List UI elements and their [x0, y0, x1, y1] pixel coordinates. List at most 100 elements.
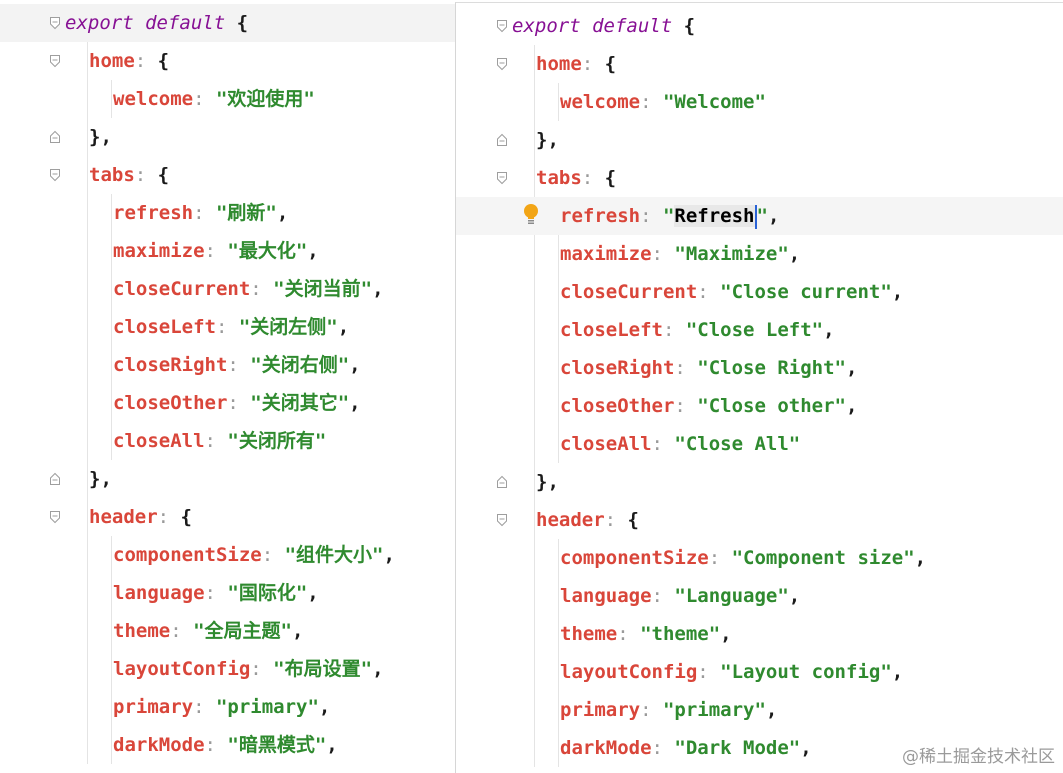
property-key-token: closeOther [560, 395, 675, 417]
string-token: "Language" [674, 585, 789, 607]
colon-token: : [651, 585, 675, 607]
string-token: "关闭左侧" [238, 316, 338, 338]
punctuation-token: , [767, 205, 780, 227]
colon-token: : [617, 623, 641, 645]
property-key-token: maximize [560, 243, 652, 265]
fold-close-icon[interactable] [496, 475, 508, 489]
colon-token: : [261, 544, 285, 566]
code-text: welcome: "Welcome" [560, 83, 766, 121]
fold-close-icon[interactable] [496, 133, 508, 147]
code-line[interactable]: theme: "全局主题", [0, 612, 455, 650]
code-line[interactable]: closeOther: "关闭其它", [0, 384, 455, 422]
fold-close-icon[interactable] [49, 130, 61, 144]
code-line[interactable]: layoutConfig: "布局设置", [0, 650, 455, 688]
code-line[interactable]: closeOther: "Close other", [456, 387, 1063, 425]
code-line[interactable]: tabs: { [0, 156, 455, 194]
code-line[interactable]: closeRight: "Close Right", [456, 349, 1063, 387]
property-key-token: theme [560, 623, 618, 645]
property-key-token: home [89, 50, 135, 72]
code-line[interactable]: closeAll: "关闭所有" [0, 422, 455, 460]
property-key-token: closeRight [113, 354, 228, 376]
colon-token: : [662, 319, 686, 341]
code-line[interactable]: welcome: "欢迎使用" [0, 80, 455, 118]
fold-close-icon[interactable] [49, 472, 61, 486]
string-token: "Close Right" [697, 357, 846, 379]
string-token: "Welcome" [662, 91, 766, 113]
code-line[interactable]: darkMode: "暗黑模式", [0, 726, 455, 764]
punctuation-token: , [823, 319, 835, 341]
punctuation-token: }, [536, 129, 559, 151]
code-text: closeCurrent: "关闭当前", [113, 270, 384, 308]
string-token: "布局设置" [273, 658, 373, 680]
property-key-token: layoutConfig [113, 658, 251, 680]
punctuation-token: }, [536, 471, 559, 493]
fold-open-icon[interactable] [49, 54, 61, 68]
fold-open-icon[interactable] [49, 510, 61, 524]
code-line[interactable]: language: "Language", [456, 577, 1063, 615]
fold-open-icon[interactable] [496, 19, 508, 33]
code-text: closeAll: "关闭所有" [113, 422, 326, 460]
fold-open-icon[interactable] [496, 171, 508, 185]
code-line[interactable]: maximize: "Maximize", [456, 235, 1063, 273]
code-line[interactable]: header: { [0, 498, 455, 536]
code-line[interactable]: home: { [456, 45, 1063, 83]
lightbulb-icon[interactable] [523, 203, 539, 225]
fold-open-icon[interactable] [496, 513, 508, 527]
code-line[interactable]: language: "国际化", [0, 574, 455, 612]
code-text: language: "Language", [560, 577, 800, 615]
property-key-token: refresh [113, 202, 194, 224]
code-text: closeOther: "Close other", [560, 387, 857, 425]
code-line[interactable]: home: { [0, 42, 455, 80]
property-key-token: darkMode [560, 737, 652, 759]
code-line[interactable]: }, [456, 121, 1063, 159]
code-line[interactable]: refresh: "刷新", [0, 194, 455, 232]
code-line[interactable]: export default { [456, 7, 1063, 45]
code-line[interactable]: }, [0, 460, 455, 498]
code-line[interactable]: maximize: "最大化", [0, 232, 455, 270]
fold-open-icon[interactable] [496, 57, 508, 71]
code-line[interactable]: tabs: { [456, 159, 1063, 197]
code-line[interactable]: closeCurrent: "关闭当前", [0, 270, 455, 308]
punctuation-token: , [307, 582, 319, 604]
property-key-token: closeAll [113, 430, 205, 452]
fold-open-icon[interactable] [49, 16, 61, 30]
code-line[interactable]: componentSize: "组件大小", [0, 536, 455, 574]
string-token: "Close other" [697, 395, 846, 417]
punctuation-token: , [307, 240, 319, 262]
code-text: theme: "全局主题", [113, 612, 303, 650]
code-line[interactable]: refresh: "Refresh ", [456, 197, 1063, 235]
fold-open-icon[interactable] [49, 168, 61, 182]
code-line[interactable]: primary: "primary", [456, 691, 1063, 729]
editor-pane-right[interactable]: export default {home: {welcome: "Welcome… [455, 2, 1063, 773]
code-line[interactable]: primary: "primary", [0, 688, 455, 726]
code-line[interactable]: welcome: "Welcome" [456, 83, 1063, 121]
colon-token: : [674, 395, 698, 417]
property-key-token: darkMode [113, 734, 205, 756]
code-text: closeRight: "Close Right", [560, 349, 857, 387]
code-line[interactable]: layoutConfig: "Layout config", [456, 653, 1063, 691]
editor-pane-left[interactable]: export default {home: {welcome: "欢迎使用"},… [0, 0, 455, 773]
colon-token: : [250, 278, 274, 300]
code-text: componentSize: "组件大小", [113, 536, 395, 574]
code-line[interactable]: closeLeft: "Close Left", [456, 311, 1063, 349]
code-line[interactable]: closeRight: "关闭右侧", [0, 346, 455, 384]
colon-token: : [581, 53, 605, 75]
code-line[interactable]: closeLeft: "关闭左侧", [0, 308, 455, 346]
code-text: closeCurrent: "Close current", [560, 273, 903, 311]
code-text: header: { [89, 498, 192, 536]
colon-token: : [215, 316, 239, 338]
code-line[interactable]: closeCurrent: "Close current", [456, 273, 1063, 311]
code-line[interactable]: export default { [0, 4, 455, 42]
property-key-token: header [536, 509, 605, 531]
colon-token: : [674, 357, 698, 379]
code-line[interactable]: closeAll: "Close All" [456, 425, 1063, 463]
code-line[interactable]: theme: "theme", [456, 615, 1063, 653]
punctuation-token: , [891, 661, 904, 683]
keyword-token: export default [512, 15, 673, 37]
colon-token: : [640, 699, 663, 721]
code-line[interactable]: componentSize: "Component size", [456, 539, 1063, 577]
code-line[interactable]: }, [456, 463, 1063, 501]
code-line[interactable]: }, [0, 118, 455, 156]
punctuation-token: , [372, 658, 384, 680]
code-line[interactable]: header: { [456, 501, 1063, 539]
